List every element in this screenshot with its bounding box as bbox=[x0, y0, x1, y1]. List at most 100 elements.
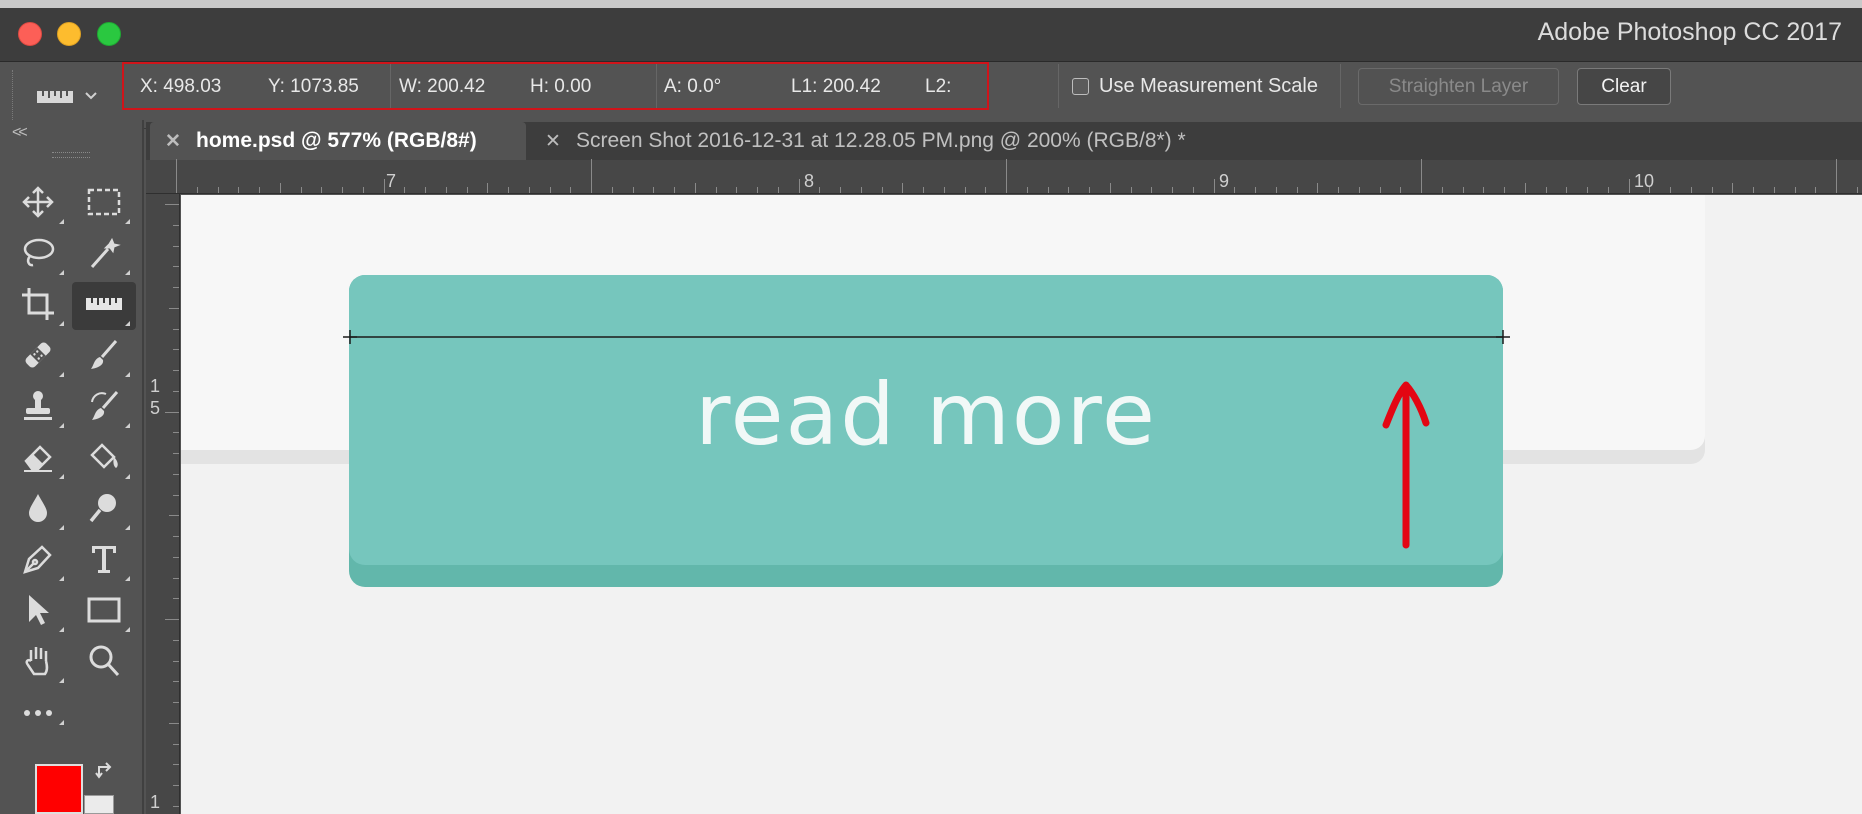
ruler-label: 10 bbox=[1634, 171, 1655, 191]
paint-bucket-tool[interactable] bbox=[72, 435, 136, 483]
ruler-tick bbox=[217, 187, 219, 193]
type-icon bbox=[86, 541, 122, 582]
tool-flyout-indicator bbox=[59, 423, 64, 428]
ruler-icon bbox=[85, 294, 123, 319]
ruler-tick bbox=[840, 187, 841, 193]
ruler-tick bbox=[964, 187, 966, 193]
brush-tool[interactable] bbox=[72, 333, 136, 381]
crop-icon bbox=[20, 286, 56, 327]
hand-tool[interactable] bbox=[6, 639, 70, 687]
ruler-tick bbox=[165, 204, 179, 205]
edit-toolbar-button[interactable] bbox=[6, 699, 70, 729]
tool-flyout-indicator bbox=[59, 678, 64, 683]
magic-wand-tool[interactable] bbox=[72, 231, 136, 279]
history-brush-tool[interactable] bbox=[72, 384, 136, 432]
swap-colors-icon[interactable] bbox=[95, 761, 115, 786]
marquee-icon bbox=[86, 186, 122, 223]
eraser-tool[interactable] bbox=[6, 435, 70, 483]
ruler-tick bbox=[1047, 187, 1049, 193]
clear-button[interactable]: Clear bbox=[1577, 68, 1671, 105]
tool-flyout-indicator bbox=[125, 627, 130, 632]
ruler-tick bbox=[1524, 183, 1526, 193]
ruler-tick bbox=[173, 639, 179, 641]
ruler-tick bbox=[1462, 187, 1464, 193]
ruler-tick bbox=[819, 187, 821, 193]
ruler-tick bbox=[674, 187, 675, 193]
tool-flyout-indicator bbox=[59, 270, 64, 275]
ruler-tick bbox=[653, 187, 655, 193]
ruler-tick bbox=[321, 187, 323, 193]
ruler-tick bbox=[1628, 179, 1630, 193]
ruler-tick bbox=[611, 187, 613, 193]
ruler-tick bbox=[1255, 187, 1256, 193]
tab-home-psd[interactable]: ✕ home.psd @ 577% (RGB/8#) bbox=[150, 122, 526, 160]
document-canvas[interactable]: read more bbox=[181, 195, 1862, 814]
blur-tool[interactable] bbox=[6, 486, 70, 534]
tool-flyout-indicator bbox=[59, 372, 64, 377]
ruler-tick bbox=[1441, 187, 1443, 193]
canvas-overlay bbox=[343, 330, 1510, 549]
ruler-tick bbox=[1234, 187, 1236, 193]
tool-flyout-indicator bbox=[125, 525, 130, 530]
minimize-window-button[interactable] bbox=[57, 22, 81, 46]
close-icon[interactable]: ✕ bbox=[538, 130, 568, 153]
dodge-icon bbox=[86, 490, 122, 531]
straighten-layer-button[interactable]: Straighten Layer bbox=[1358, 68, 1559, 105]
divider bbox=[390, 64, 391, 108]
ruler-tick bbox=[902, 183, 904, 193]
x-value: X: 498.03 bbox=[140, 76, 222, 97]
clone-stamp-tool[interactable] bbox=[6, 384, 70, 432]
ruler-tick bbox=[1358, 187, 1360, 193]
ruler-tick bbox=[173, 390, 179, 392]
use-measurement-scale-checkbox[interactable] bbox=[1072, 78, 1089, 95]
zoom-window-button[interactable] bbox=[97, 22, 121, 46]
rectangle-tool[interactable] bbox=[72, 588, 136, 636]
ruler-tick bbox=[570, 187, 572, 193]
ruler-tick bbox=[1670, 187, 1671, 193]
tools-panel-grip[interactable] bbox=[52, 152, 90, 158]
lasso-icon bbox=[20, 235, 56, 276]
ruler-tick bbox=[173, 287, 179, 288]
move-tool[interactable] bbox=[6, 180, 70, 228]
ruler-tick bbox=[1504, 187, 1505, 193]
measure-line[interactable] bbox=[343, 330, 1510, 344]
ruler-tick bbox=[342, 187, 343, 193]
divider bbox=[1340, 64, 1341, 108]
horizontal-ruler[interactable]: 7 8 9 10 bbox=[146, 159, 1862, 194]
healing-brush-tool[interactable] bbox=[6, 333, 70, 381]
ruler-tick bbox=[173, 681, 179, 683]
pen-tool[interactable] bbox=[6, 537, 70, 585]
tool-preset-picker[interactable] bbox=[36, 76, 108, 116]
ruler-tick bbox=[1089, 187, 1090, 193]
foreground-color-swatch[interactable] bbox=[35, 764, 83, 814]
ruler-tick bbox=[1732, 183, 1734, 193]
ruler-tick bbox=[173, 349, 179, 351]
zoom-tool[interactable] bbox=[72, 639, 136, 687]
crop-tool[interactable] bbox=[6, 282, 70, 330]
lasso-tool[interactable] bbox=[6, 231, 70, 279]
ruler-tick bbox=[1006, 159, 1007, 193]
l1-value: L1: 200.42 bbox=[791, 76, 881, 97]
ruler-tick bbox=[528, 187, 530, 193]
collapse-panel-button[interactable]: << bbox=[12, 124, 28, 142]
ruler-tick bbox=[1109, 183, 1111, 193]
use-measurement-scale-label[interactable]: Use Measurement Scale bbox=[1099, 75, 1318, 98]
ruler-tick bbox=[173, 494, 179, 496]
ruler-tool[interactable] bbox=[72, 282, 136, 330]
vertical-ruler[interactable]: 1 5 1 bbox=[146, 194, 180, 814]
ruler-label: 8 bbox=[804, 171, 815, 191]
dodge-tool[interactable] bbox=[72, 486, 136, 534]
ruler-tick bbox=[1649, 187, 1651, 193]
background-color-swatch[interactable] bbox=[84, 795, 114, 814]
type-tool[interactable] bbox=[72, 537, 136, 585]
path-selection-tool[interactable] bbox=[6, 588, 70, 636]
document-tabs: ✕ home.psd @ 577% (RGB/8#) ✕ Screen Shot… bbox=[146, 122, 1862, 160]
ruler-tick bbox=[632, 187, 634, 193]
marquee-tool[interactable] bbox=[72, 180, 136, 228]
ruler-tick bbox=[943, 187, 945, 193]
close-icon[interactable]: ✕ bbox=[158, 130, 188, 153]
tab-screenshot-png[interactable]: ✕ Screen Shot 2016-12-31 at 12.28.05 PM.… bbox=[530, 122, 1460, 160]
close-window-button[interactable] bbox=[18, 22, 42, 46]
options-bar-grip[interactable] bbox=[12, 70, 16, 122]
ruler-tick bbox=[1068, 187, 1070, 193]
